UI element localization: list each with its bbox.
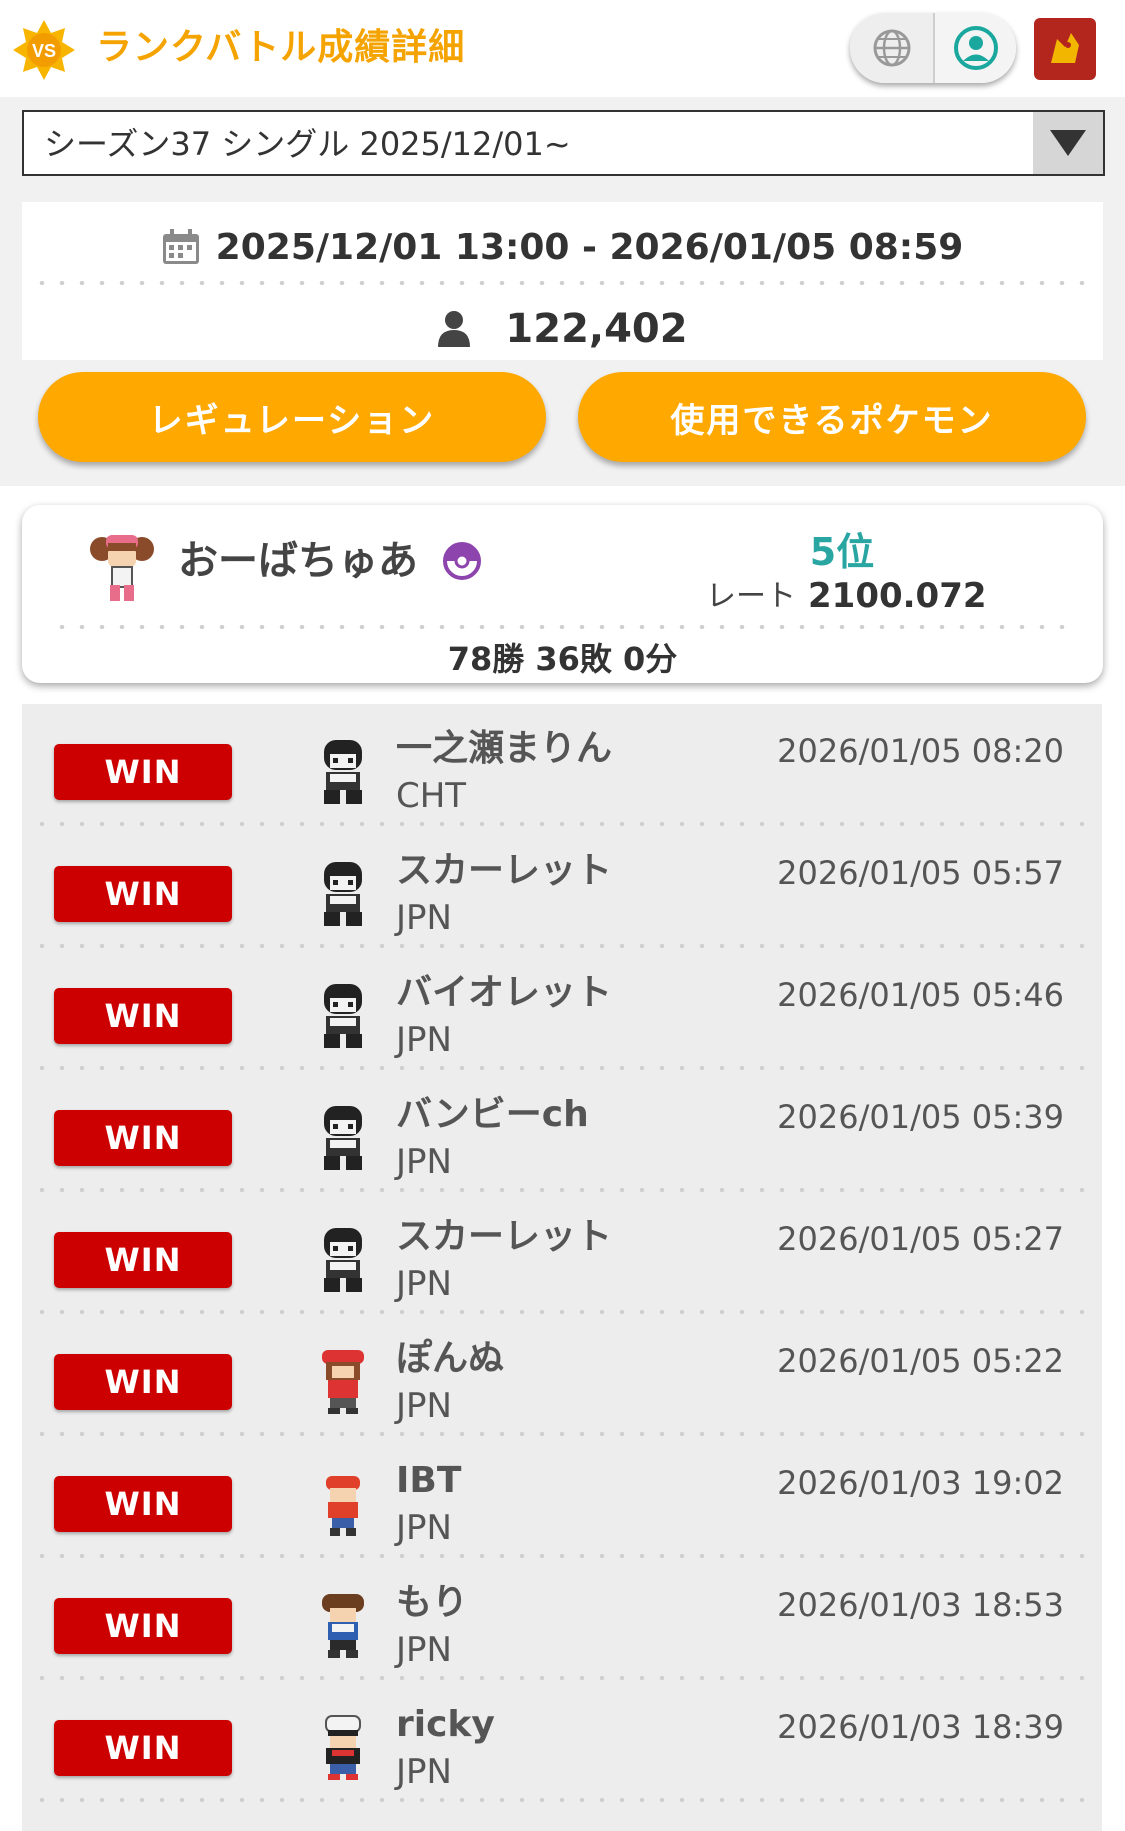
rate-label: レート xyxy=(706,579,796,614)
battle-datetime: 2026/01/05 05:57 xyxy=(777,854,1064,892)
season-selected-value: シーズン37 シングル 2025/12/01~ xyxy=(44,125,571,163)
opponent-country: JPN xyxy=(396,1508,452,1548)
opponent-country: JPN xyxy=(396,1630,452,1670)
battle-datetime: 2026/01/03 18:39 xyxy=(777,1708,1064,1746)
result-badge: WIN xyxy=(54,1232,232,1288)
opponent-country: CHT xyxy=(396,776,467,816)
divider xyxy=(32,281,1093,285)
season-period: 2025/12/01 13:00 - 2026/01/05 08:59 xyxy=(215,226,964,268)
battle-row[interactable]: WIN IBT JPN 2026/01/03 19:02 xyxy=(22,1436,1102,1558)
battle-row[interactable]: WIN もり JPN 2026/01/03 18:53 xyxy=(22,1558,1102,1680)
opponent-name: もり xyxy=(396,1582,469,1623)
opponent-avatar xyxy=(322,1350,364,1414)
battle-row[interactable]: WIN バイオレット JPN 2026/01/05 05:46 xyxy=(22,948,1102,1070)
header-icon-group xyxy=(850,13,1016,83)
opponent-country: JPN xyxy=(396,898,452,938)
opponent-avatar xyxy=(324,1106,362,1170)
battle-datetime: 2026/01/05 05:46 xyxy=(777,976,1064,1014)
svg-text:VS: VS xyxy=(32,41,56,61)
page-title: ランクバトル成績詳細 xyxy=(96,27,466,68)
player-name: おーばちゅあ xyxy=(178,538,418,584)
opponent-avatar xyxy=(324,984,362,1048)
profile-icon xyxy=(953,26,998,70)
opponent-avatar xyxy=(324,740,362,804)
battle-datetime: 2026/01/03 19:02 xyxy=(777,1464,1064,1502)
player-count: 122,402 xyxy=(505,306,688,352)
opponent-avatar xyxy=(324,1228,362,1292)
app-header: VS ランクバトル成績詳細 xyxy=(0,0,1125,97)
opponent-avatar xyxy=(325,1715,361,1780)
divider xyxy=(52,625,1073,629)
player-rank: 5位 xyxy=(809,530,875,574)
opponent-avatar xyxy=(322,1594,364,1658)
season-dropdown[interactable]: シーズン37 シングル 2025/12/01~ xyxy=(22,110,1105,176)
opponent-country: JPN xyxy=(396,1020,452,1060)
person-icon xyxy=(438,311,471,347)
battle-row[interactable]: WIN スカーレット JPN 2026/01/05 05:57 xyxy=(22,826,1102,948)
battle-row[interactable]: WIN スカーレット JPN 2026/01/05 05:27 xyxy=(22,1192,1102,1314)
result-badge: WIN xyxy=(54,1598,232,1654)
battle-datetime: 2026/01/03 18:53 xyxy=(777,1586,1064,1624)
opponent-name: バイオレット xyxy=(396,972,613,1013)
player-summary-card: おーばちゅあ 5位 レート 2100.072 78勝 36敗 0分 xyxy=(22,505,1103,683)
opponent-country: JPN xyxy=(396,1752,452,1792)
player-avatar xyxy=(90,535,154,601)
vs-badge-icon: VS xyxy=(13,20,75,80)
opponent-name: スカーレット xyxy=(396,1216,613,1257)
battle-datetime: 2026/01/05 05:39 xyxy=(777,1098,1064,1136)
result-badge: WIN xyxy=(54,1110,232,1166)
battle-datetime: 2026/01/05 05:27 xyxy=(777,1220,1064,1258)
rate-value: 2100.072 xyxy=(808,576,987,616)
battle-row[interactable]: WIN バンビーch JPN 2026/01/05 05:39 xyxy=(22,1070,1102,1192)
calendar-icon xyxy=(162,229,199,264)
usable-pokemon-button[interactable]: 使用できるポケモン xyxy=(578,372,1086,462)
result-badge: WIN xyxy=(54,744,232,800)
globe-icon xyxy=(873,29,910,67)
player-count-row: 122,402 xyxy=(22,302,1103,356)
opponent-name: ricky xyxy=(396,1704,495,1745)
opponent-avatar xyxy=(324,862,362,926)
win-loss-record: 78勝 36敗 0分 xyxy=(447,640,678,678)
opponent-avatar xyxy=(326,1476,360,1536)
season-info-panel: 2025/12/01 13:00 - 2026/01/05 08:59 122,… xyxy=(22,202,1103,360)
result-badge: WIN xyxy=(54,866,232,922)
season-period-row: 2025/12/01 13:00 - 2026/01/05 08:59 xyxy=(22,222,1103,272)
battle-datetime: 2026/01/05 05:22 xyxy=(777,1342,1064,1380)
crest-button[interactable] xyxy=(1034,18,1096,80)
regulation-button[interactable]: レギュレーション xyxy=(38,372,546,462)
master-ball-icon xyxy=(443,542,481,580)
language-button[interactable] xyxy=(850,13,933,83)
opponent-name: IBT xyxy=(396,1460,462,1501)
divider xyxy=(32,1798,1092,1802)
opponent-name: ぽんぬ xyxy=(396,1338,505,1379)
result-badge: WIN xyxy=(54,1354,232,1410)
result-badge: WIN xyxy=(54,1720,232,1776)
result-badge: WIN xyxy=(54,988,232,1044)
result-badge: WIN xyxy=(54,1476,232,1532)
opponent-name: 一之瀬まりん xyxy=(396,728,613,769)
crest-icon xyxy=(1051,33,1079,63)
profile-button[interactable] xyxy=(933,13,1016,83)
opponent-name: バンビーch xyxy=(396,1094,589,1135)
opponent-country: JPN xyxy=(396,1264,452,1304)
battle-history-list: WIN 一之瀬まりん CHT 2026/01/05 08:20 WIN スカーレット JPN… xyxy=(22,704,1102,1831)
opponent-country: JPN xyxy=(396,1142,452,1182)
dropdown-arrow-icon[interactable] xyxy=(1033,112,1103,174)
battle-datetime: 2026/01/05 08:20 xyxy=(777,732,1064,770)
battle-row[interactable]: WIN ricky JPN 2026/01/03 18:39 xyxy=(22,1680,1102,1802)
opponent-name: スカーレット xyxy=(396,850,613,891)
battle-row[interactable]: WIN ぽんぬ JPN 2026/01/05 05:22 xyxy=(22,1314,1102,1436)
battle-row[interactable]: WIN 一之瀬まりん CHT 2026/01/05 08:20 xyxy=(22,704,1102,826)
opponent-country: JPN xyxy=(396,1386,452,1426)
